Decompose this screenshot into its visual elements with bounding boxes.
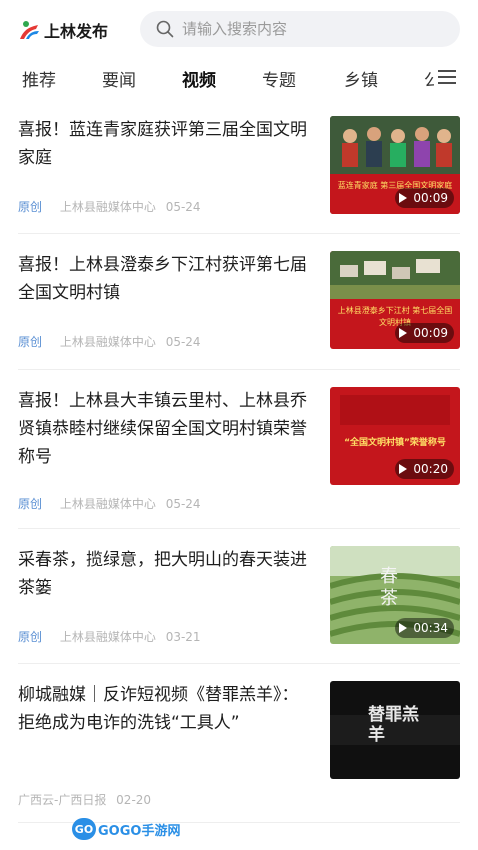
video-thumbnail[interactable]: 替罪羔羊 [330, 681, 460, 779]
play-icon [399, 193, 408, 203]
item-meta: 原创 上林县融媒体中心 03-21 [18, 628, 201, 645]
list-item[interactable]: 喜报！蓝连青家庭获评第三届全国文明家庭 原创 上林县融媒体中心 05-24 蓝连… [18, 100, 460, 234]
top-bar: 上林发布 [0, 0, 478, 56]
list-item[interactable]: 采春茶，揽绿意，把大明山的春天装进茶篓 原创 上林县融媒体中心 03-21 春茶… [18, 530, 460, 664]
menu-icon[interactable] [434, 64, 460, 90]
item-date: 05-24 [165, 335, 201, 349]
item-source: 上林县融媒体中心 [59, 335, 156, 349]
item-title: 采春茶，揽绿意，把大明山的春天装进茶篓 [18, 550, 307, 598]
watermark-logo-icon: GO [72, 818, 96, 840]
item-meta: 原创 上林县融媒体中心 05-24 [18, 333, 201, 350]
item-date: 05-24 [165, 200, 201, 214]
item-date: 02-20 [116, 793, 152, 807]
original-tag: 原创 [18, 200, 43, 214]
video-duration: 00:20 [395, 459, 454, 479]
item-title: 喜报！蓝连青家庭获评第三届全国文明家庭 [18, 120, 307, 168]
tab-recommend[interactable]: 推荐 [22, 66, 56, 91]
video-thumbnail[interactable]: 上林县澄泰乡下江村 第七届全国文明村镇 00:09 [330, 251, 460, 349]
item-meta: 原创 上林县融媒体中心 05-24 [18, 495, 201, 512]
search-bar[interactable] [140, 11, 460, 47]
duration-label: 00:09 [413, 191, 448, 205]
tab-towns[interactable]: 乡镇 [344, 66, 378, 91]
duration-label: 00:34 [413, 621, 448, 635]
item-title: 柳城融媒｜反诈短视频《替罪羔羊》：拒绝成为电诈的洗钱“工具人” [18, 685, 299, 733]
item-date: 05-24 [165, 497, 201, 511]
tab-headlines[interactable]: 要闻 [102, 66, 136, 91]
duration-label: 00:09 [413, 326, 448, 340]
app-name: 上林发布 [44, 22, 109, 41]
app-logo[interactable]: 上林发布 [18, 18, 108, 42]
item-source: 广西云-广西日报 [18, 793, 107, 807]
video-duration: 00:34 [395, 618, 454, 638]
item-title: 喜报！上林县澄泰乡下江村获评第七届全国文明村镇 [18, 255, 307, 303]
play-icon [399, 328, 408, 338]
list-item[interactable]: 喜报！上林县澄泰乡下江村获评第七届全国文明村镇 原创 上林县融媒体中心 05-2… [18, 235, 460, 370]
video-thumbnail[interactable]: “全国文明村镇”荣誉称号 00:20 [330, 387, 460, 485]
search-icon [156, 20, 174, 38]
original-tag: 原创 [18, 630, 43, 644]
video-duration: 00:09 [395, 323, 454, 343]
video-duration: 00:09 [395, 188, 454, 208]
watermark-text: GOGO手游网 [98, 823, 181, 839]
item-meta: 原创 上林县融媒体中心 05-24 [18, 198, 201, 215]
category-tabs: 推荐 要闻 视频 专题 乡镇 公 [0, 58, 478, 98]
tab-video[interactable]: 视频 [182, 66, 216, 91]
play-icon [399, 464, 408, 474]
original-tag: 原创 [18, 497, 43, 511]
list-item[interactable]: 柳城融媒｜反诈短视频《替罪羔羊》：拒绝成为电诈的洗钱“工具人” 广西云-广西日报… [18, 665, 460, 823]
item-date: 03-21 [165, 630, 201, 644]
thumbnail-caption: 替罪羔羊 [368, 705, 419, 745]
logo-icon [18, 19, 40, 41]
search-input[interactable] [182, 20, 442, 38]
item-title: 喜报！上林县大丰镇云里村、上林县乔贤镇恭睦村继续保留全国文明村镇荣誉称号 [18, 391, 307, 467]
video-thumbnail[interactable]: 春茶 00:34 [330, 546, 460, 644]
item-meta: 广西云-广西日报 02-20 [18, 791, 151, 808]
duration-label: 00:20 [413, 462, 448, 476]
tab-topics[interactable]: 专题 [262, 66, 296, 91]
thumbnail-caption: “全国文明村镇”荣誉称号 [344, 438, 446, 448]
site-watermark: GO GOGO手游网 [72, 818, 180, 840]
video-thumbnail[interactable]: 蓝连青家庭 第三届全国文明家庭 00:09 [330, 116, 460, 214]
item-source: 上林县融媒体中心 [59, 630, 156, 644]
play-icon [399, 623, 408, 633]
original-tag: 原创 [18, 335, 43, 349]
item-source: 上林县融媒体中心 [59, 200, 156, 214]
thumbnail-caption: 春茶 [380, 566, 398, 609]
list-item[interactable]: 喜报！上林县大丰镇云里村、上林县乔贤镇恭睦村继续保留全国文明村镇荣誉称号 原创 … [18, 371, 460, 529]
item-source: 上林县融媒体中心 [59, 497, 156, 511]
